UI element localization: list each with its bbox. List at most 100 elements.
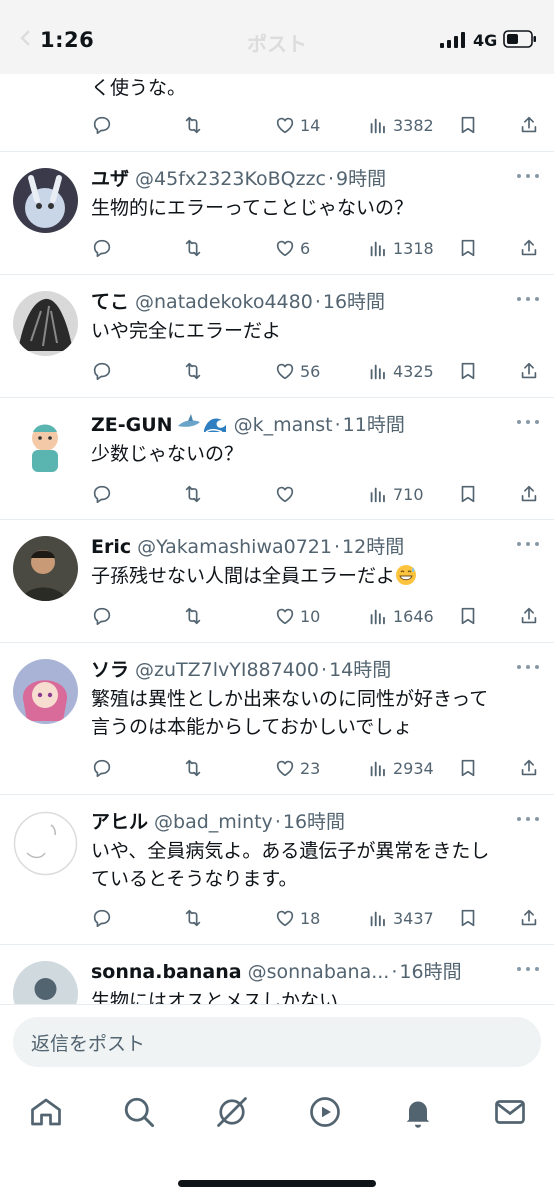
video-icon[interactable] bbox=[307, 1094, 343, 1130]
reply-button[interactable] bbox=[91, 237, 113, 259]
bookmark-button[interactable] bbox=[457, 360, 479, 382]
bookmark-button[interactable] bbox=[457, 483, 479, 505]
share-button[interactable] bbox=[518, 483, 540, 505]
reply-icon bbox=[91, 114, 113, 136]
user-handle[interactable]: @natadekoko4480 bbox=[135, 291, 313, 313]
bookmark-icon bbox=[457, 360, 479, 382]
like-button[interactable]: 6 bbox=[274, 237, 310, 259]
reply-button[interactable] bbox=[91, 483, 113, 505]
search-icon[interactable] bbox=[121, 1094, 157, 1130]
like-count: 14 bbox=[300, 115, 321, 135]
more-icon[interactable] bbox=[516, 663, 540, 671]
repost-button[interactable] bbox=[182, 360, 204, 382]
bookmark-button[interactable] bbox=[457, 605, 479, 627]
user-handle[interactable]: @Yakamashiwa0721 bbox=[137, 536, 332, 558]
reply-button[interactable] bbox=[91, 757, 113, 779]
post-time: 16時間 bbox=[282, 811, 346, 833]
avatar[interactable] bbox=[13, 811, 78, 876]
like-button[interactable] bbox=[274, 483, 300, 505]
more-icon[interactable] bbox=[516, 815, 540, 823]
views-button[interactable]: 4325 bbox=[367, 360, 434, 382]
share-button[interactable] bbox=[518, 605, 540, 627]
reply-button[interactable] bbox=[91, 114, 113, 136]
reply-post[interactable]: ユザ @45fx2323KoBQzzc · 9時間 生物的にエラーってことじゃないの？… bbox=[0, 152, 554, 275]
share-button[interactable] bbox=[518, 757, 540, 779]
user-handle[interactable]: @bad_minty bbox=[154, 811, 273, 833]
repost-button[interactable] bbox=[182, 907, 204, 929]
display-name[interactable]: てこ bbox=[91, 291, 129, 313]
share-button[interactable] bbox=[518, 237, 540, 259]
user-handle[interactable]: @sonnabana... bbox=[248, 961, 390, 983]
reply-button[interactable] bbox=[91, 605, 113, 627]
reply-post[interactable]: sonna.banana @sonnabana... · 16時間 生物にはオスとメス… bbox=[0, 945, 554, 1004]
post-time: 9時間 bbox=[336, 168, 387, 190]
display-name[interactable]: ZE-GUN bbox=[91, 414, 173, 436]
avatar[interactable] bbox=[13, 168, 78, 233]
reply-post[interactable]: てこ @natadekoko4480 · 16時間 いや完全にエラーだよ 56 432… bbox=[0, 275, 554, 398]
repost-icon bbox=[182, 237, 204, 259]
display-name[interactable]: sonna.banana bbox=[91, 961, 242, 983]
like-button[interactable]: 23 bbox=[274, 757, 320, 779]
reply-input[interactable]: 返信をポスト bbox=[13, 1017, 541, 1067]
heart-icon bbox=[274, 114, 296, 136]
partial-post[interactable]: く使うな。 14 3382 bbox=[0, 74, 554, 152]
more-icon[interactable] bbox=[516, 418, 540, 426]
avatar[interactable] bbox=[13, 536, 78, 601]
wave-emoji-icon bbox=[203, 418, 226, 433]
reply-post[interactable]: ソラ @zuTZ7lvYI887400 · 14時間 繁殖は異性としか出来ないのに同性… bbox=[0, 643, 554, 795]
more-icon[interactable] bbox=[516, 540, 540, 548]
share-button[interactable] bbox=[518, 360, 540, 382]
grok-icon[interactable] bbox=[214, 1094, 250, 1130]
reply-post[interactable]: アヒル @bad_minty · 16時間 いや、全員病気よ。ある遺伝子が異常をきたし… bbox=[0, 795, 554, 945]
share-button[interactable] bbox=[518, 907, 540, 929]
display-name[interactable]: Eric bbox=[91, 536, 131, 558]
like-button[interactable]: 10 bbox=[274, 605, 320, 627]
avatar[interactable] bbox=[13, 961, 78, 1004]
reply-bar: 返信をポスト bbox=[0, 1004, 554, 1080]
more-icon[interactable] bbox=[516, 295, 540, 303]
messages-icon[interactable] bbox=[492, 1094, 528, 1130]
display-name[interactable]: アヒル bbox=[91, 811, 148, 833]
post-text: いや完全にエラーだよ bbox=[91, 320, 282, 342]
avatar[interactable] bbox=[13, 659, 78, 724]
reply-post[interactable]: Eric @Yakamashiwa0721 · 12時間 子孫残せない人間は全員エラー… bbox=[0, 520, 554, 643]
reply-button[interactable] bbox=[91, 907, 113, 929]
views-button[interactable]: 3437 bbox=[367, 907, 434, 929]
views-button[interactable]: 2934 bbox=[367, 757, 434, 779]
repost-icon bbox=[182, 907, 204, 929]
reply-post[interactable]: ZE-GUN @k_manst · 11時間 少数じゃないの？ 710 bbox=[0, 398, 554, 520]
bookmark-button[interactable] bbox=[457, 757, 479, 779]
views-button[interactable]: 3382 bbox=[367, 114, 434, 136]
views-icon bbox=[367, 757, 389, 779]
user-handle[interactable]: @k_manst bbox=[234, 414, 333, 436]
like-button[interactable]: 18 bbox=[274, 907, 320, 929]
avatar[interactable] bbox=[13, 414, 78, 479]
views-button[interactable]: 1646 bbox=[367, 605, 434, 627]
reply-feed[interactable]: く使うな。 14 3382 ユザ @45fx2323KoBQzzc · 9時間 生物的… bbox=[0, 74, 554, 1004]
like-button[interactable]: 14 bbox=[274, 114, 320, 136]
notifications-icon[interactable] bbox=[400, 1094, 436, 1130]
repost-button[interactable] bbox=[182, 114, 204, 136]
user-handle[interactable]: @45fx2323KoBQzzc bbox=[135, 168, 326, 190]
bookmark-button[interactable] bbox=[457, 907, 479, 929]
avatar[interactable] bbox=[13, 291, 78, 356]
display-name[interactable]: ソラ bbox=[91, 659, 129, 681]
repost-button[interactable] bbox=[182, 237, 204, 259]
user-handle[interactable]: @zuTZ7lvYI887400 bbox=[135, 659, 319, 681]
more-icon[interactable] bbox=[516, 172, 540, 180]
repost-button[interactable] bbox=[182, 605, 204, 627]
bookmark-button[interactable] bbox=[457, 237, 479, 259]
bookmark-button[interactable] bbox=[457, 114, 479, 136]
views-button[interactable]: 710 bbox=[367, 483, 424, 505]
share-button[interactable] bbox=[518, 114, 540, 136]
display-name[interactable]: ユザ bbox=[91, 168, 129, 190]
home-icon[interactable] bbox=[28, 1094, 64, 1130]
more-icon[interactable] bbox=[516, 965, 540, 973]
like-button[interactable]: 56 bbox=[274, 360, 320, 382]
repost-button[interactable] bbox=[182, 483, 204, 505]
bookmark-icon bbox=[457, 907, 479, 929]
post-text-container: 繁殖は異性としか出来ないのに同性が好きって 言うのは本能からしておかしいでしょ bbox=[91, 685, 540, 741]
reply-button[interactable] bbox=[91, 360, 113, 382]
views-button[interactable]: 1318 bbox=[367, 237, 434, 259]
repost-button[interactable] bbox=[182, 757, 204, 779]
